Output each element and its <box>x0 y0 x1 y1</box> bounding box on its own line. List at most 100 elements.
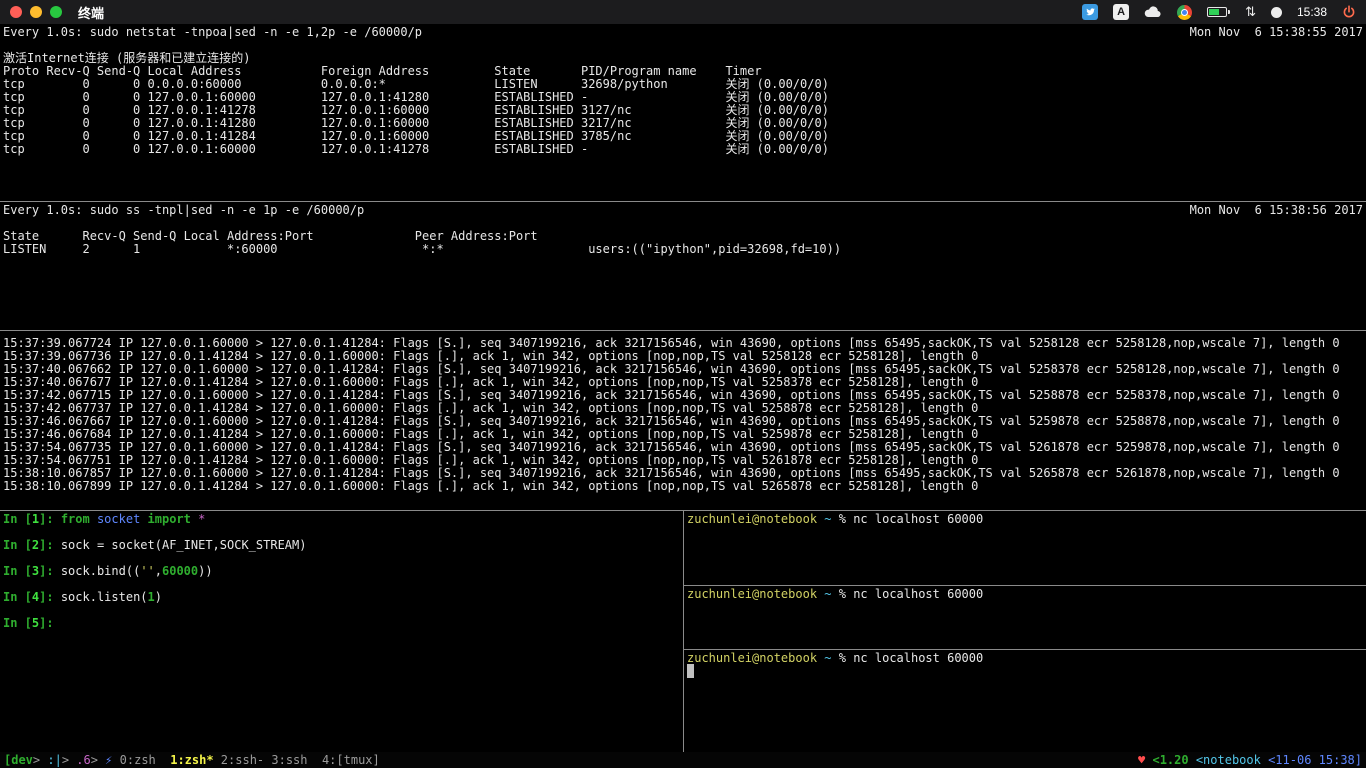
watch-ss-command: Every 1.0s: sudo ss -tnpl|sed -n -e 1p -… <box>3 203 365 217</box>
pane-nc-3-active[interactable]: zuchunlei@notebook ~ % nc localhost 6000… <box>684 650 1366 752</box>
text-segment: )) <box>198 564 213 578</box>
text-segment: 1 <box>147 590 155 604</box>
text-segment: 0:zsh <box>119 753 171 767</box>
terminal-line: In [1]: from socket import * <box>3 513 680 526</box>
pane-watch-ss[interactable]: Every 1.0s: sudo ss -tnpl|sed -n -e 1p -… <box>0 202 1366 330</box>
watch-header: Every 1.0s: sudo netstat -tnpoa|sed -n -… <box>3 26 1363 39</box>
text-segment <box>112 753 119 767</box>
input-source-icon[interactable]: A <box>1113 4 1130 20</box>
text-segment: > <box>61 753 77 767</box>
text-segment: ~ <box>824 651 832 665</box>
battery-icon[interactable] <box>1207 7 1231 17</box>
ss-output: State Recv-Q Send-Q Local Address:Port P… <box>3 230 1363 256</box>
watch-netstat-date: Mon Nov 6 15:38:55 2017 <box>1189 25 1363 39</box>
terminal-line: tcp 0 0 127.0.0.1:60000 127.0.0.1:41278 … <box>3 142 829 156</box>
zoom-button[interactable] <box>50 6 62 18</box>
text-segment: > <box>90 753 106 767</box>
twitter-icon[interactable] <box>1082 4 1099 20</box>
text-segment: ]: <box>39 564 61 578</box>
tmux-status-right[interactable]: ♥ <1.20 <notebook <11-06 15:38] <box>1138 752 1362 768</box>
text-segment: <11-06 15:38] <box>1268 753 1362 767</box>
chrome-icon[interactable] <box>1177 4 1193 20</box>
notification-icon[interactable] <box>1270 6 1282 18</box>
terminal-line: In [4]: sock.listen(1) <box>3 591 680 604</box>
terminal-line: In [3]: sock.bind(('',60000)) <box>3 565 680 578</box>
text-segment: % nc localhost 60000 <box>831 651 984 665</box>
terminal-line: In [2]: sock = socket(AF_INET,SOCK_STREA… <box>3 539 680 552</box>
sync-arrows-icon[interactable]: ⇅ <box>1245 6 1256 19</box>
watch-header: Every 1.0s: sudo ss -tnpl|sed -n -e 1p -… <box>3 204 1363 217</box>
text-segment: sock.bind(( <box>60 564 141 578</box>
text-segment: ~ <box>824 587 832 601</box>
pane-nc-2[interactable]: zuchunlei@notebook ~ % nc localhost 6000… <box>684 586 1366 649</box>
bottom-split: In [1]: from socket import * In [2]: soc… <box>0 511 1366 752</box>
text-segment: :| <box>47 753 62 767</box>
battery-body <box>1207 7 1228 17</box>
window-controls <box>10 6 62 18</box>
tcpdump-output: 15:37:39.067724 IP 127.0.0.1.60000 > 127… <box>3 337 1363 493</box>
pane-watch-netstat[interactable]: Every 1.0s: sudo netstat -tnpoa|sed -n -… <box>0 24 1366 201</box>
text-segment: [dev <box>4 753 33 767</box>
text-segment: ) <box>154 590 162 604</box>
text-segment: , <box>154 564 162 578</box>
text-segment: ]: <box>39 590 61 604</box>
text-segment: ]: <box>39 616 61 630</box>
text-segment: sock = socket(AF_INET,SOCK_STREAM) <box>60 538 307 552</box>
pane-nc-1[interactable]: zuchunlei@notebook ~ % nc localhost 6000… <box>684 511 1366 585</box>
text-segment: % nc localhost 60000 <box>831 587 984 601</box>
tmux-status-left[interactable]: [dev> :|> .6> ⚡ 0:zsh 1:zsh* 2:ssh- 3:ss… <box>4 752 380 768</box>
watch-ss-date: Mon Nov 6 15:38:56 2017 <box>1189 203 1363 217</box>
pane-ipython[interactable]: In [1]: from socket import * In [2]: soc… <box>0 511 683 752</box>
text-segment: In [ <box>3 538 32 552</box>
terminal-line <box>687 664 1363 678</box>
cloud-icon[interactable] <box>1144 6 1162 18</box>
minimize-button[interactable] <box>30 6 42 18</box>
terminal-line: zuchunlei@notebook ~ % nc localhost 6000… <box>687 652 1363 665</box>
power-icon[interactable] <box>1342 5 1356 19</box>
text-segment: sock.listen( <box>60 590 148 604</box>
text-segment: <notebook <box>1195 753 1269 767</box>
app-title[interactable]: 终端 <box>78 3 104 22</box>
text-segment: ]: <box>39 538 61 552</box>
notification-dot <box>1270 6 1282 18</box>
battery-fill <box>1209 9 1220 15</box>
terminal-line: In [5]: <box>3 617 680 630</box>
text-segment <box>687 664 695 678</box>
menubar-clock[interactable]: 15:38 <box>1297 5 1327 19</box>
text-segment: ~ <box>824 512 832 526</box>
terminal-line: LISTEN 2 1 *:60000 *:* users:(("ipython"… <box>3 242 842 256</box>
text-segment: In [ <box>3 590 32 604</box>
nc-pane-column: zuchunlei@notebook ~ % nc localhost 6000… <box>684 511 1366 752</box>
terminal-line: zuchunlei@notebook ~ % nc localhost 6000… <box>687 588 1363 601</box>
text-segment: zuchunlei@notebook <box>687 651 818 665</box>
terminal-window: Every 1.0s: sudo netstat -tnpoa|sed -n -… <box>0 24 1366 768</box>
tmux-statusbar: [dev> :|> .6> ⚡ 0:zsh 1:zsh* 2:ssh- 3:ss… <box>0 752 1366 768</box>
battery-cap <box>1228 10 1231 14</box>
text-segment: In [ <box>3 564 32 578</box>
text-segment: In [ <box>3 616 32 630</box>
text-segment: > <box>32 753 48 767</box>
terminal-line: 15:38:10.067899 IP 127.0.0.1.41284 > 127… <box>3 479 979 493</box>
macos-menubar: 终端 A ⇅ 15:38 <box>0 0 1366 24</box>
text-segment: 60000 <box>162 564 199 578</box>
text-segment: zuchunlei@notebook <box>687 512 818 526</box>
text-segment: socket <box>96 512 148 526</box>
close-button[interactable] <box>10 6 22 18</box>
chrome-icon-center <box>1181 8 1189 16</box>
menubar-status-icons: A ⇅ 15:38 <box>1082 4 1356 20</box>
text-segment: * <box>198 512 206 526</box>
text-segment: 1:zsh* <box>170 753 221 767</box>
text-segment: ♥ <box>1138 753 1153 767</box>
text-segment: '' <box>140 564 155 578</box>
text-segment: % nc localhost 60000 <box>831 512 984 526</box>
pane-tcpdump[interactable]: 15:37:39.067724 IP 127.0.0.1.60000 > 127… <box>0 331 1366 510</box>
terminal-line: zuchunlei@notebook ~ % nc localhost 6000… <box>687 513 1363 526</box>
netstat-output: 激活Internet连接 (服务器和已建立连接的) Proto Recv-Q Se… <box>3 52 1363 156</box>
text-segment: .6 <box>76 753 91 767</box>
text-segment: 2:ssh- 3:ssh 4:[tmux] <box>220 753 380 767</box>
watch-netstat-command: Every 1.0s: sudo netstat -tnpoa|sed -n -… <box>3 25 423 39</box>
text-segment: zuchunlei@notebook <box>687 587 818 601</box>
text-segment: In [ <box>3 512 32 526</box>
text-segment: import <box>147 512 199 526</box>
